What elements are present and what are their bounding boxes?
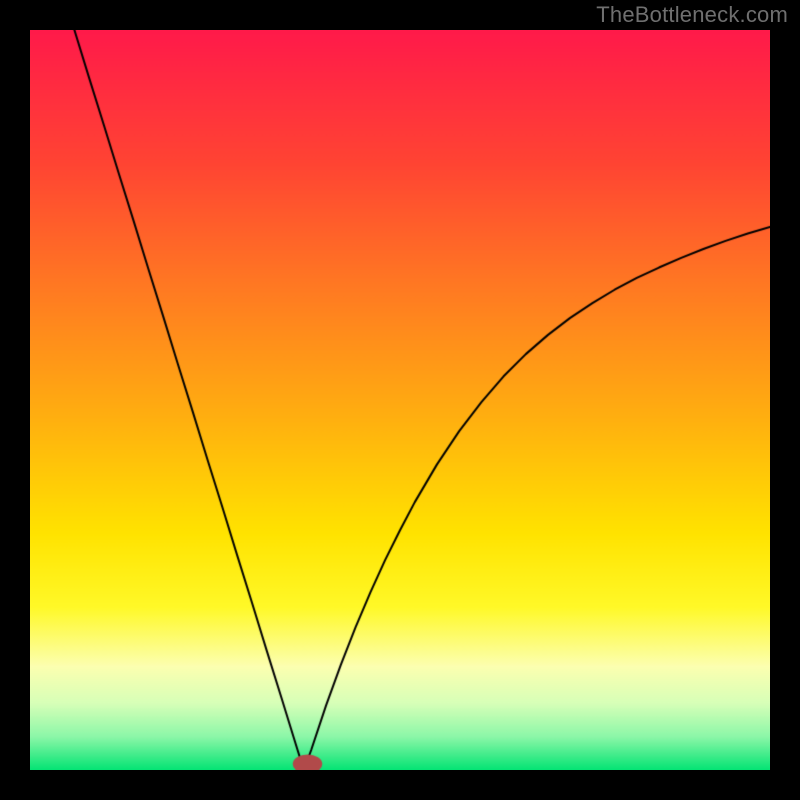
plot-area xyxy=(30,30,770,770)
curve-layer xyxy=(30,30,770,770)
watermark-text: TheBottleneck.com xyxy=(596,2,788,28)
chart-frame: TheBottleneck.com xyxy=(0,0,800,800)
